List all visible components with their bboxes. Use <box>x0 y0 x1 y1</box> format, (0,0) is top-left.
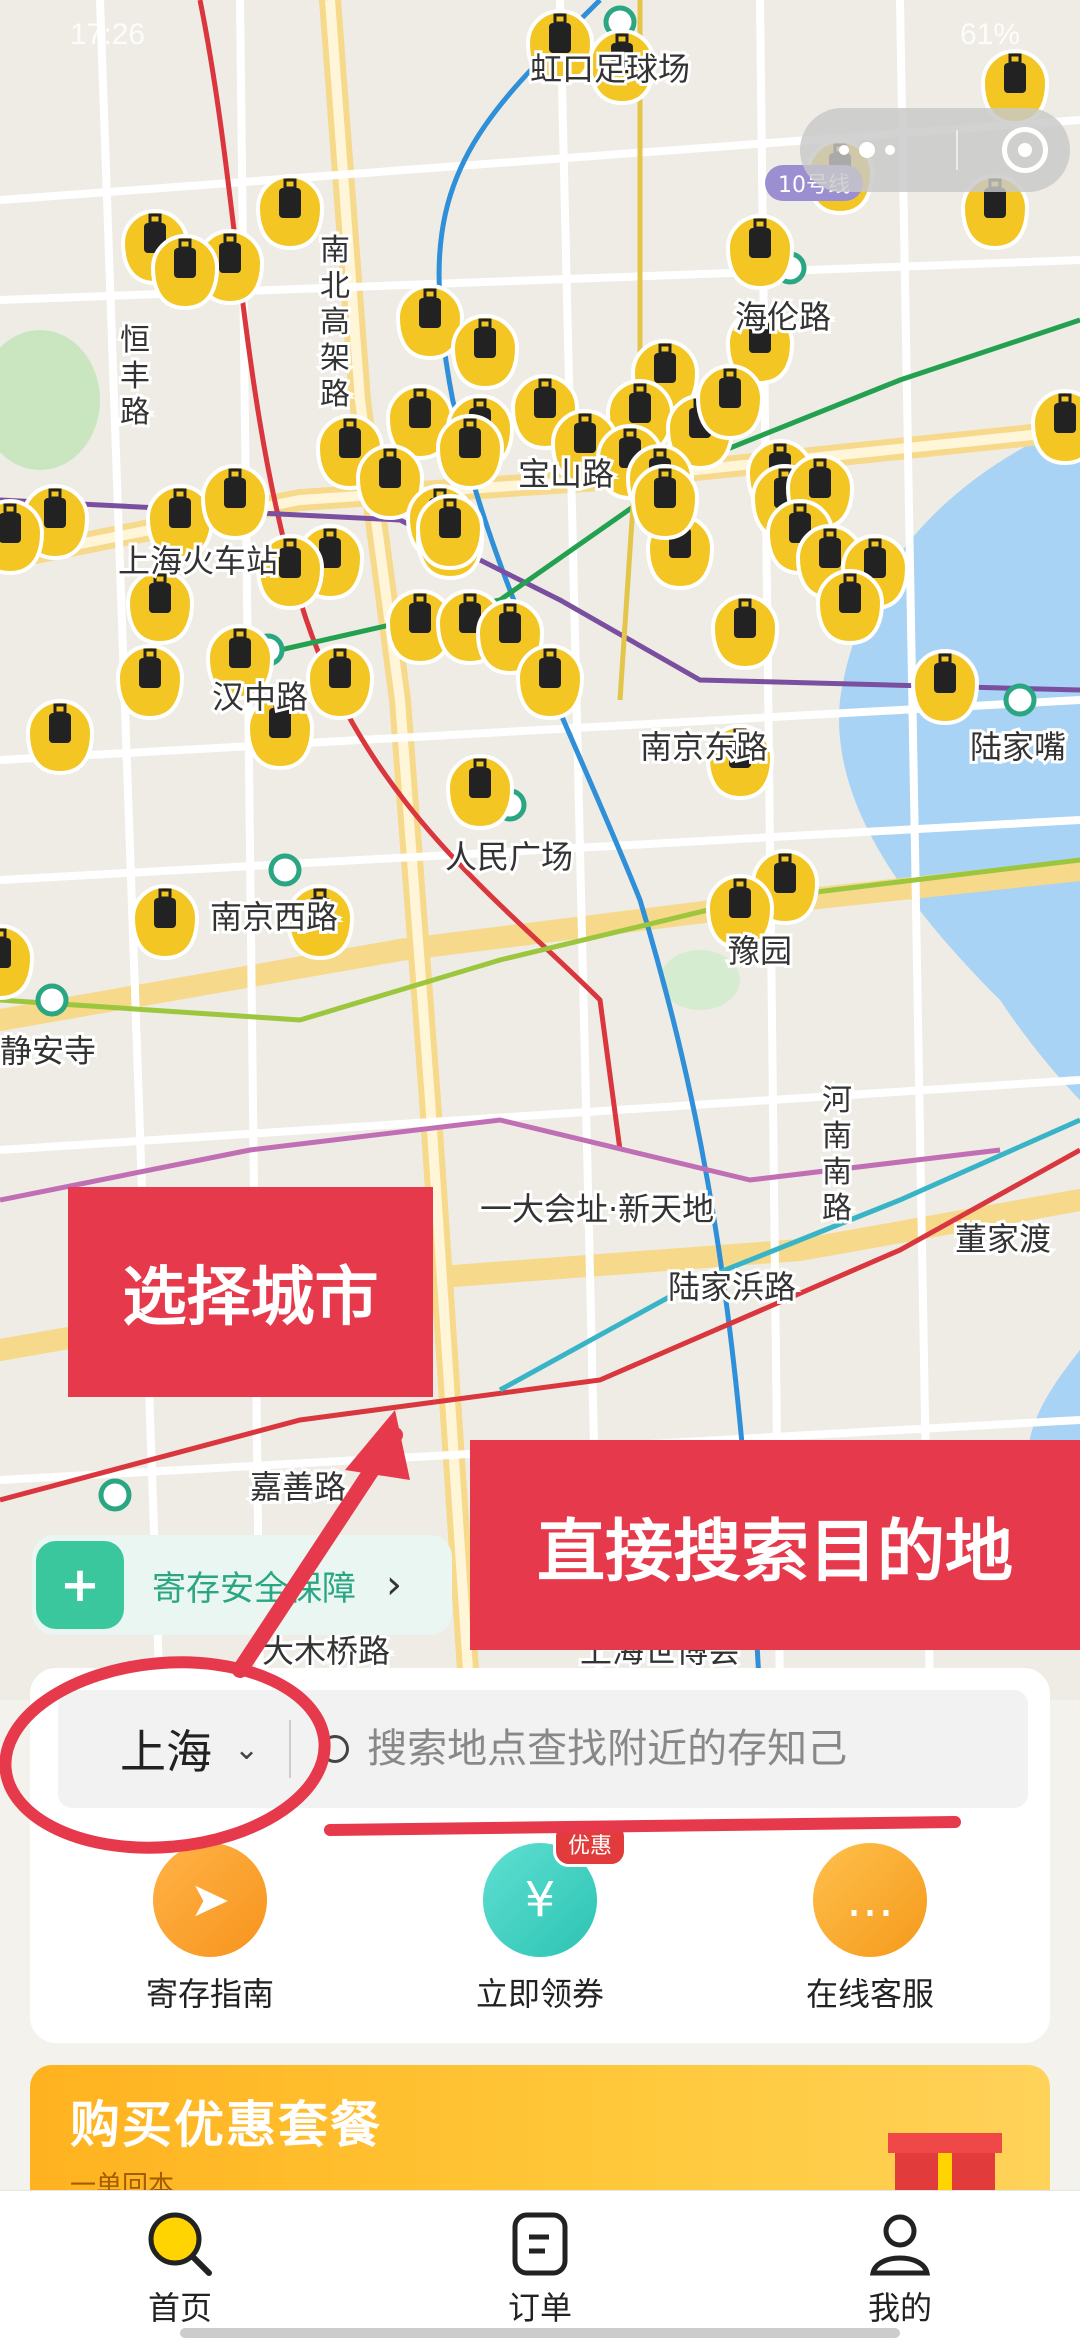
annotation-overlay <box>0 1410 961 1854</box>
choose-city-callout: 选择城市 <box>68 1187 433 1397</box>
search-destination-callout: 直接搜索目的地 <box>470 1440 1080 1650</box>
